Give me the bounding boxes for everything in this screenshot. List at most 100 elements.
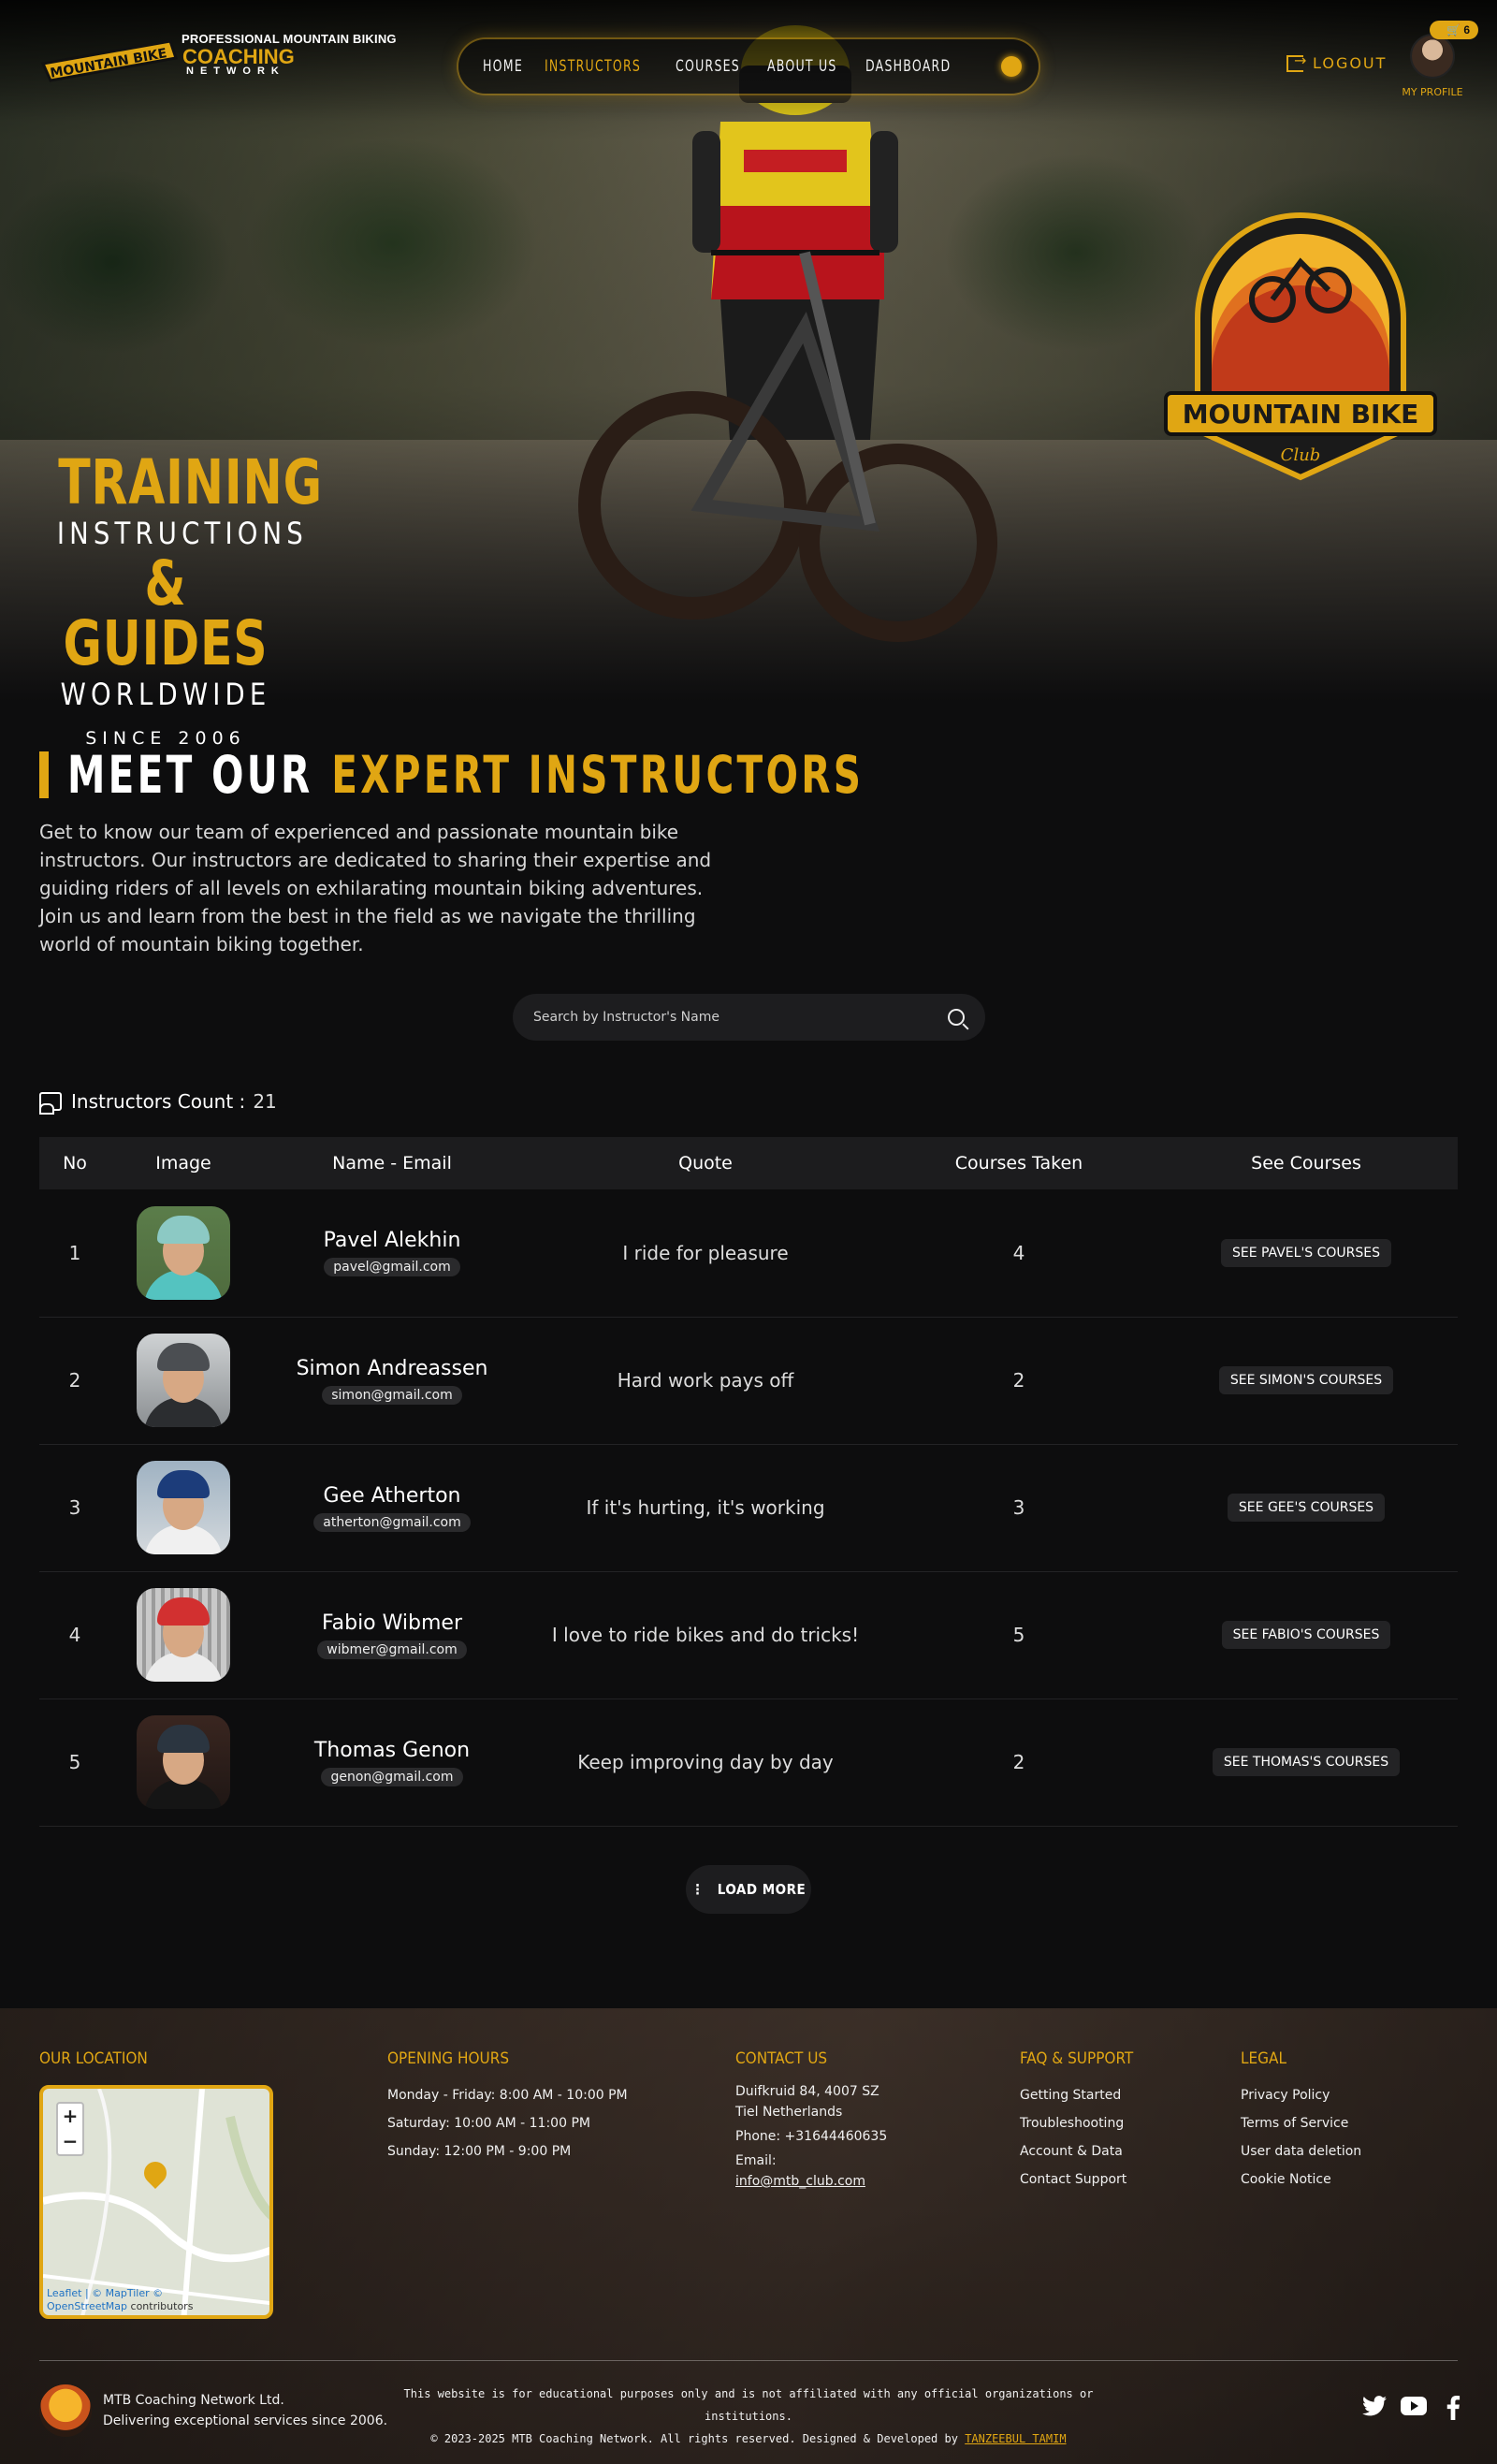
hero-line-training: TRAINING xyxy=(58,446,323,518)
instructor-name: Thomas Genon xyxy=(313,1738,471,1762)
youtube-icon[interactable] xyxy=(1400,2396,1428,2422)
hours-sunday: Sunday: 12:00 PM - 9:00 PM xyxy=(387,2144,572,2159)
nav-dashboard[interactable]: DASHBOARD xyxy=(865,57,951,76)
hero-line-worldwide: WORLDWIDE xyxy=(60,677,271,712)
map-zoom-control[interactable]: + − xyxy=(56,2102,84,2156)
row-number: 5 xyxy=(68,1751,81,1773)
footer-brand: MTB Coaching Network Ltd. Delivering exc… xyxy=(39,2384,387,2437)
brand-logo-badge: MOUNTAIN BIKE xyxy=(40,39,178,82)
location-map[interactable]: + − Leaflet | © MapTiler © OpenStreetMap … xyxy=(39,2085,273,2319)
zoom-out-button[interactable]: − xyxy=(58,2129,82,2154)
see-courses-button[interactable]: SEE PAVEL'S COURSES xyxy=(1220,1238,1392,1267)
instructor-email: simon@gmail.com xyxy=(322,1385,462,1405)
instructor-photo xyxy=(137,1334,230,1427)
mountain-bike-club-logo: MOUNTAIN BIKE Club xyxy=(1164,212,1437,481)
load-more-label: LOAD MORE xyxy=(717,1881,807,1898)
footer-tagline: Delivering exceptional services since 20… xyxy=(103,2413,388,2428)
section-intro: Get to know our team of experienced and … xyxy=(39,821,712,955)
instructor-name: Fabio Wibmer xyxy=(321,1611,462,1635)
legal-terms-of-service[interactable]: Terms of Service xyxy=(1241,2109,1361,2137)
nav-about-us[interactable]: ABOUT US xyxy=(767,57,837,76)
contact-address: Duifkruid 84, 4007 SZ Tiel Netherlands xyxy=(735,2084,879,2120)
nav-instructors[interactable]: INSTRUCTORS xyxy=(545,57,641,76)
twitter-icon[interactable] xyxy=(1360,2396,1388,2422)
instructor-name: Gee Atherton xyxy=(323,1483,461,1508)
facebook-icon[interactable] xyxy=(1439,2396,1467,2422)
instructor-photo xyxy=(137,1715,230,1809)
search-icon[interactable] xyxy=(948,1009,965,1026)
site-brand[interactable]: MOUNTAIN BIKE PROFESSIONAL MOUNTAIN BIKI… xyxy=(39,28,432,103)
row-number: 2 xyxy=(68,1369,81,1392)
footer-location-title: OUR LOCATION xyxy=(39,2049,148,2068)
faq-account-data[interactable]: Account & Data xyxy=(1020,2137,1133,2165)
instructor-quote: Keep improving day by day xyxy=(577,1751,834,1773)
logout-icon xyxy=(1286,51,1308,72)
see-courses-button[interactable]: SEE SIMON'S COURSES xyxy=(1218,1366,1394,1394)
see-courses-button[interactable]: SEE GEE'S COURSES xyxy=(1227,1494,1386,1522)
search-input[interactable] xyxy=(533,1010,948,1025)
footer-contact: CONTACT US Duifkruid 84, 4007 SZ Tiel Ne… xyxy=(735,2049,904,2192)
footer-notes: This website is for educational purposes… xyxy=(402,2383,1095,2450)
instructor-search xyxy=(513,994,985,1041)
see-courses-button[interactable]: SEE FABIO'S COURSES xyxy=(1221,1621,1391,1649)
main-nav: HOME INSTRUCTORS COURSES ABOUT US DASHBO… xyxy=(458,39,1039,94)
instructors-table: No Image Name - Email Quote Courses Take… xyxy=(39,1137,1458,1827)
profile-label: MY PROFILE xyxy=(1402,86,1463,98)
logout-button[interactable]: LOGOUT xyxy=(1286,51,1387,72)
footer-location: OUR LOCATION xyxy=(39,2049,148,2081)
instructor-email: wibmer@gmail.com xyxy=(317,1640,467,1659)
table-row: 1 Pavel Alekhin pavel@gmail.com I ride fo… xyxy=(39,1189,1458,1317)
instructor-photo xyxy=(137,1205,230,1300)
page: MOUNTAIN BIKE Club TRAINING INSTRUCTIONS… xyxy=(0,0,1497,2464)
load-more-button[interactable]: ⋮ LOAD MORE xyxy=(686,1865,811,1914)
developer-link[interactable]: TANZEEBUL TAMIM xyxy=(965,2432,1066,2445)
column-header: Name - Email xyxy=(332,1153,452,1174)
courses-taken: 4 xyxy=(1012,1241,1025,1264)
footer-copyright: © 2023-2025 MTB Coaching Network. All ri… xyxy=(430,2432,1067,2445)
zoom-in-button[interactable]: + xyxy=(58,2104,82,2129)
column-header: Image xyxy=(155,1153,211,1174)
table-row: 4 Fabio Wibmer wibmer@gmail.com I love to… xyxy=(39,1571,1458,1699)
count-value: 21 xyxy=(253,1090,277,1113)
contact-email-link[interactable]: info@mtb_club.com xyxy=(735,2174,865,2189)
footer-hours-title: OPENING HOURS xyxy=(387,2049,510,2068)
legal-privacy-policy[interactable]: Privacy Policy xyxy=(1241,2081,1361,2109)
contact-email: Email: info@mtb_club.com xyxy=(735,2153,865,2189)
instructor-email: genon@gmail.com xyxy=(321,1767,463,1786)
courses-taken: 2 xyxy=(1012,1751,1025,1773)
footer-divider xyxy=(39,2360,1458,2361)
hero-line-guides: & GUIDES xyxy=(63,547,269,679)
faq-troubleshooting[interactable]: Troubleshooting xyxy=(1020,2109,1133,2137)
table-row: 3 Gee Atherton atherton@gmail.com If it's… xyxy=(39,1444,1458,1571)
instructors-count: Instructors Count : 21 xyxy=(39,1090,277,1115)
instructor-quote: I love to ride bikes and do tricks! xyxy=(551,1624,860,1646)
hero-tagline: TRAINING INSTRUCTIONS & GUIDES WORLDWIDE… xyxy=(39,446,323,750)
column-header: Courses Taken xyxy=(954,1153,1083,1174)
svg-text:MOUNTAIN BIKE: MOUNTAIN BIKE xyxy=(1183,399,1419,430)
see-courses-button[interactable]: SEE THOMAS'S COURSES xyxy=(1212,1748,1401,1776)
brand-line-3: NETWORK xyxy=(186,66,285,77)
cart-count: 6 xyxy=(1463,23,1470,36)
footer-logo xyxy=(39,2384,92,2437)
nav-courses[interactable]: COURSES xyxy=(676,57,740,76)
social-links xyxy=(1349,2396,1467,2422)
hours-weekday: Monday - Friday: 8:00 AM - 10:00 PM xyxy=(387,2088,628,2103)
footer-faq: FAQ & SUPPORT Getting Started Troublesho… xyxy=(1020,2049,1133,2194)
nav-home[interactable]: HOME xyxy=(483,57,523,76)
cart-badge[interactable]: 🛒 6 xyxy=(1430,21,1478,39)
hours-saturday: Saturday: 10:00 AM - 11:00 PM xyxy=(387,2116,590,2131)
sun-icon[interactable] xyxy=(1001,56,1022,77)
contact-phone: Phone: +31644460635 xyxy=(735,2129,888,2144)
avatar[interactable] xyxy=(1410,34,1455,79)
instructor-photo xyxy=(137,1461,230,1554)
table-row: 2 Simon Andreassen simon@gmail.com Hard w… xyxy=(39,1317,1458,1444)
title-text: MEET OUR EXPERT INSTRUCTORS xyxy=(67,745,865,805)
instructor-name: Simon Andreassen xyxy=(296,1356,488,1380)
instructor-quote: If it's hurting, it's working xyxy=(586,1496,825,1519)
faq-contact-support[interactable]: Contact Support xyxy=(1020,2165,1133,2194)
legal-cookie-notice[interactable]: Cookie Notice xyxy=(1241,2165,1361,2194)
profile-menu[interactable]: 🛒 6 MY PROFILE xyxy=(1400,21,1478,105)
faq-getting-started[interactable]: Getting Started xyxy=(1020,2081,1133,2109)
courses-taken: 3 xyxy=(1012,1496,1025,1519)
legal-user-data-deletion[interactable]: User data deletion xyxy=(1241,2137,1361,2165)
